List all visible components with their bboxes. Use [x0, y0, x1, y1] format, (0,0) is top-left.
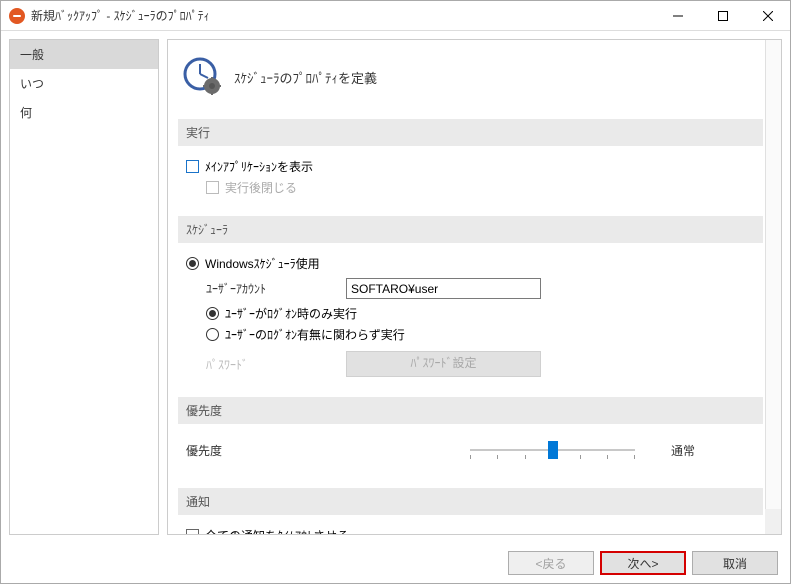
- panel-header: ｽｹｼﾞｭｰﾗのﾌﾟﾛﾊﾟﾃｨを定義: [178, 48, 763, 113]
- window-title: 新規ﾊﾞｯｸｱｯﾌﾟ - ｽｹｼﾞｭｰﾗのﾌﾟﾛﾊﾟﾃｨ: [31, 7, 655, 24]
- titlebar: 新規ﾊﾞｯｸｱｯﾌﾟ - ｽｹｼﾞｭｰﾗのﾌﾟﾛﾊﾟﾃｨ: [1, 1, 790, 31]
- radio-use-windows-scheduler[interactable]: Windowsｽｹｼﾞｭｰﾗ使用: [186, 255, 320, 272]
- radio-dot-icon: [186, 257, 199, 270]
- checkbox-box-icon: [206, 181, 219, 194]
- sidebar: 一般 いつ 何: [9, 39, 159, 535]
- checkbox-close-after-run: 実行後閉じる: [206, 179, 297, 196]
- main-panel: ｽｹｼﾞｭｰﾗのﾌﾟﾛﾊﾟﾃｨを定義 実行 ﾒｲﾝｱﾌﾟﾘｹｰｼｮﾝを表示 実行…: [167, 39, 782, 535]
- slider-tick: [497, 455, 498, 459]
- sidebar-item-when[interactable]: いつ: [10, 69, 158, 98]
- priority-slider[interactable]: [470, 440, 635, 460]
- section-body-run: ﾒｲﾝｱﾌﾟﾘｹｰｼｮﾝを表示 実行後閉じる: [178, 146, 763, 210]
- footer: <戻る 次へ> 取消: [1, 543, 790, 583]
- close-button[interactable]: [745, 1, 790, 30]
- window-controls: [655, 1, 790, 30]
- radio-label: Windowsｽｹｼﾞｭｰﾗ使用: [205, 255, 320, 272]
- slider-tick: [470, 455, 471, 459]
- back-button: <戻る: [508, 551, 594, 575]
- checkbox-timeout-all-notifications[interactable]: 全ての通知をﾀｲﾑｱｳﾄさせる: [186, 527, 349, 535]
- radio-label: ﾕｰｻﾞｰのﾛｸﾞｵﾝ有無に関わらず実行: [225, 326, 405, 343]
- slider-tick: [525, 455, 526, 459]
- section-header-notification: 通知: [178, 488, 763, 515]
- section-body-priority: 優先度 通常: [178, 424, 763, 482]
- section-header-priority: 優先度: [178, 397, 763, 424]
- section-header-run: 実行: [178, 119, 763, 146]
- next-button[interactable]: 次へ>: [600, 551, 686, 575]
- scheduler-clock-icon: [182, 56, 222, 99]
- sidebar-item-general[interactable]: 一般: [10, 40, 158, 69]
- checkbox-label: ﾒｲﾝｱﾌﾟﾘｹｰｼｮﾝを表示: [205, 158, 313, 175]
- user-account-input[interactable]: [346, 278, 541, 299]
- radio-run-when-logged-on[interactable]: ﾕｰｻﾞｰがﾛｸﾞｵﾝ時のみ実行: [206, 305, 357, 322]
- scrollbar-thumb[interactable]: [765, 40, 781, 509]
- slider-tick: [580, 455, 581, 459]
- sidebar-item-label: 何: [20, 106, 32, 120]
- maximize-button[interactable]: [700, 1, 745, 30]
- sidebar-item-label: 一般: [20, 48, 44, 62]
- radio-run-regardless[interactable]: ﾕｰｻﾞｰのﾛｸﾞｵﾝ有無に関わらず実行: [206, 326, 405, 343]
- section-body-scheduler: Windowsｽｹｼﾞｭｰﾗ使用 ﾕｰｻﾞｰｱｶｳﾝﾄ ﾕｰｻﾞｰがﾛｸﾞｵﾝ時…: [178, 243, 763, 391]
- sidebar-item-label: いつ: [20, 77, 44, 91]
- checkbox-label: 実行後閉じる: [225, 179, 297, 196]
- slider-tick: [634, 455, 635, 459]
- checkbox-box-icon: [186, 529, 199, 535]
- user-account-label: ﾕｰｻﾞｰｱｶｳﾝﾄ: [206, 280, 316, 297]
- priority-value: 通常: [671, 442, 695, 459]
- checkbox-show-main-app[interactable]: ﾒｲﾝｱﾌﾟﾘｹｰｼｮﾝを表示: [186, 158, 313, 175]
- radio-label: ﾕｰｻﾞｰがﾛｸﾞｵﾝ時のみ実行: [225, 305, 357, 322]
- slider-thumb-icon[interactable]: [548, 441, 558, 459]
- password-label: ﾊﾟｽﾜｰﾄﾞ: [206, 356, 316, 373]
- checkbox-label: 全ての通知をﾀｲﾑｱｳﾄさせる: [205, 527, 349, 535]
- sidebar-item-what[interactable]: 何: [10, 98, 158, 127]
- scrollbar[interactable]: [765, 40, 781, 534]
- section-header-scheduler: ｽｹｼﾞｭｰﾗ: [178, 216, 763, 243]
- radio-dot-icon: [206, 307, 219, 320]
- checkbox-box-icon: [186, 160, 199, 173]
- panel-title: ｽｹｼﾞｭｰﾗのﾌﾟﾛﾊﾟﾃｨを定義: [234, 68, 377, 87]
- priority-label: 優先度: [186, 442, 246, 459]
- radio-dot-icon: [206, 328, 219, 341]
- app-icon: [9, 8, 25, 24]
- body: 一般 いつ 何: [1, 31, 790, 543]
- password-set-button: ﾊﾟｽﾜｰﾄﾞ設定: [346, 351, 541, 377]
- minimize-button[interactable]: [655, 1, 700, 30]
- section-body-notification: 全ての通知をﾀｲﾑｱｳﾄさせる: [178, 515, 763, 535]
- slider-tick: [607, 455, 608, 459]
- cancel-button[interactable]: 取消: [692, 551, 778, 575]
